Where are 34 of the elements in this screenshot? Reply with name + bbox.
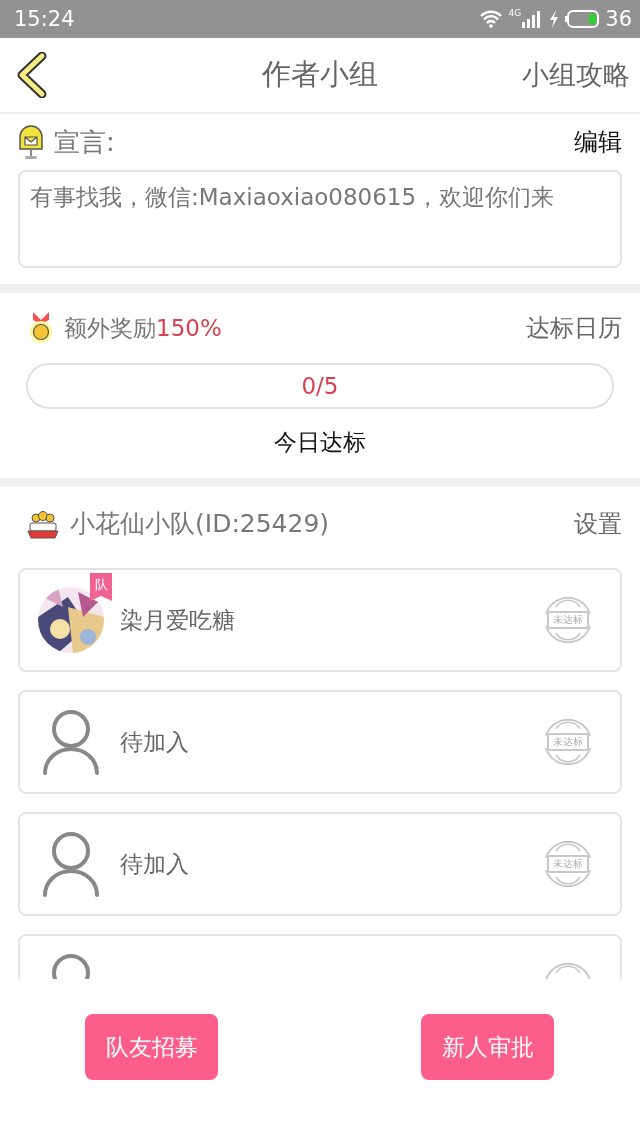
member-card[interactable]: 队 染月爱吃糖 未达标 — [18, 568, 622, 672]
mailbox-icon — [18, 125, 44, 159]
person-icon — [42, 831, 100, 897]
team-name: 小花仙小队(ID:25429) — [70, 508, 330, 540]
calendar-link[interactable]: 达标日历 — [526, 312, 622, 344]
status-time: 15:24 — [14, 7, 75, 31]
member-card[interactable]: 待加入 未达标 — [18, 690, 622, 794]
status-stamp: 未达标 — [547, 733, 589, 751]
person-icon — [42, 709, 100, 775]
team-badge: 队 — [90, 573, 112, 601]
settings-link[interactable]: 设置 — [574, 507, 622, 540]
reward-label: 额外奖励150% — [64, 313, 222, 343]
action-button[interactable]: 新人审批 — [421, 1014, 554, 1080]
medal-icon — [28, 312, 54, 344]
wifi-icon — [478, 10, 503, 28]
progress-reading: 0/5 — [301, 373, 339, 399]
declaration-label: 宣言: — [54, 125, 115, 159]
member-name: 待加入 — [120, 849, 189, 879]
status-stamp: 未达标 — [547, 855, 589, 873]
page-title: 作者小组 — [262, 57, 378, 91]
progress-caption: 今日达标 — [274, 429, 366, 455]
member-name: 染月爱吃糖 — [120, 605, 235, 635]
battery-percent: 36 — [605, 7, 632, 31]
network-type: 4G — [508, 8, 522, 18]
guide-link[interactable]: 小组攻略 — [522, 57, 630, 93]
battery-icon — [565, 10, 600, 28]
declaration-field[interactable]: 有事找我，微信:Maxiaoxiao080615，欢迎你们来 — [18, 170, 622, 268]
status-stamp: 未达标 — [547, 611, 589, 629]
team-icon — [26, 508, 60, 539]
charging-icon — [549, 10, 560, 28]
edit-link[interactable]: 编辑 — [574, 126, 622, 158]
member-name: 待加入 — [120, 727, 189, 757]
action-button[interactable]: 队友招募 — [85, 1014, 218, 1080]
member-card[interactable]: 待加入 未达标 — [18, 812, 622, 916]
